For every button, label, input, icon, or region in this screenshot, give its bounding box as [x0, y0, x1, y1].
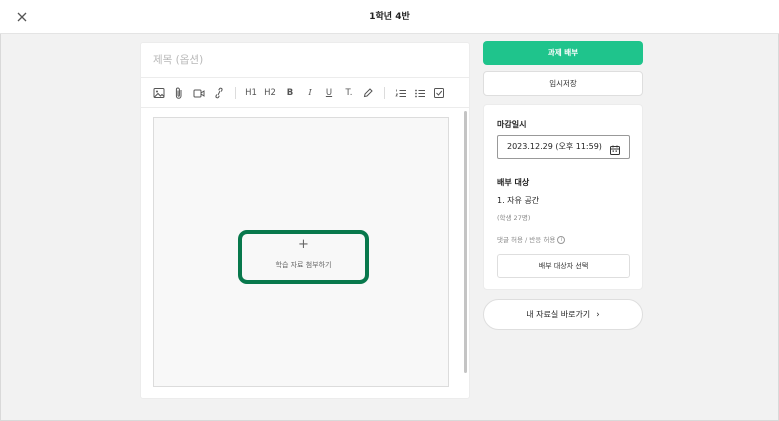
plus-icon: +	[298, 237, 309, 252]
select-recipients-button[interactable]: 배부 대상자 선택	[497, 254, 630, 278]
info-icon[interactable]: i	[557, 236, 566, 244]
video-icon[interactable]	[193, 86, 205, 100]
target-label: 배부 대상	[497, 178, 530, 187]
checklist-icon[interactable]	[433, 86, 445, 100]
page-title: 1학년 4반	[369, 12, 410, 22]
highlight-icon[interactable]	[362, 86, 374, 100]
scrollbar[interactable]	[463, 111, 469, 397]
bullet-list-icon[interactable]	[414, 86, 426, 100]
scrollbar-thumb[interactable]	[464, 111, 467, 373]
attach-material-label: 학습 자료 첨부하기	[275, 261, 332, 269]
bold-icon[interactable]: B	[284, 86, 296, 100]
save-draft-button[interactable]: 임시저장	[483, 71, 643, 96]
link-icon[interactable]	[213, 86, 225, 100]
target-options-text: 댓글 허용 / 반응 허용	[497, 236, 556, 244]
chevron-right-icon: ›	[596, 310, 600, 320]
distribute-assignment-button[interactable]: 과제 배부	[483, 41, 643, 65]
attach-material-button[interactable]: + 학습 자료 첨부하기	[238, 230, 369, 284]
target-options: 댓글 허용 / 반응 허용 i	[497, 234, 566, 244]
deadline-value: 2023.12.29 (오후 11:59)	[507, 142, 602, 151]
italic-icon[interactable]: I	[304, 86, 316, 100]
clear-format-icon[interactable]: T.	[343, 86, 355, 100]
deadline-label: 마감일시	[497, 120, 527, 129]
title-input[interactable]	[141, 43, 469, 78]
my-materials-shortcut-label: 내 자료실 바로가기	[526, 310, 591, 319]
ordered-list-icon[interactable]	[395, 86, 407, 100]
my-materials-shortcut-button[interactable]: 내 자료실 바로가기 ›	[483, 299, 643, 330]
content-area[interactable]: + 학습 자료 첨부하기	[153, 117, 449, 387]
h1-icon[interactable]: H1	[245, 86, 257, 100]
toolbar-divider	[384, 87, 385, 99]
h2-icon[interactable]: H2	[264, 86, 276, 100]
editor-toolbar: H1 H2 B I U T.	[141, 78, 469, 108]
deadline-field[interactable]: 2023.12.29 (오후 11:59)	[497, 135, 630, 159]
image-icon[interactable]	[153, 86, 165, 100]
editor-panel: H1 H2 B I U T. + 학습 자료 첨부하기	[140, 42, 470, 399]
toolbar-divider	[235, 87, 236, 99]
settings-panel: 마감일시 2023.12.29 (오후 11:59) 배부 대상 1. 자유 공…	[483, 104, 643, 290]
calendar-icon[interactable]	[609, 141, 621, 155]
underline-icon[interactable]: U	[323, 86, 335, 100]
attachment-icon[interactable]	[173, 86, 185, 100]
top-bar: 1학년 4반	[0, 0, 779, 34]
target-student-count: (학생 27명)	[497, 214, 531, 222]
target-space-name: 1. 자유 공간	[497, 196, 540, 205]
